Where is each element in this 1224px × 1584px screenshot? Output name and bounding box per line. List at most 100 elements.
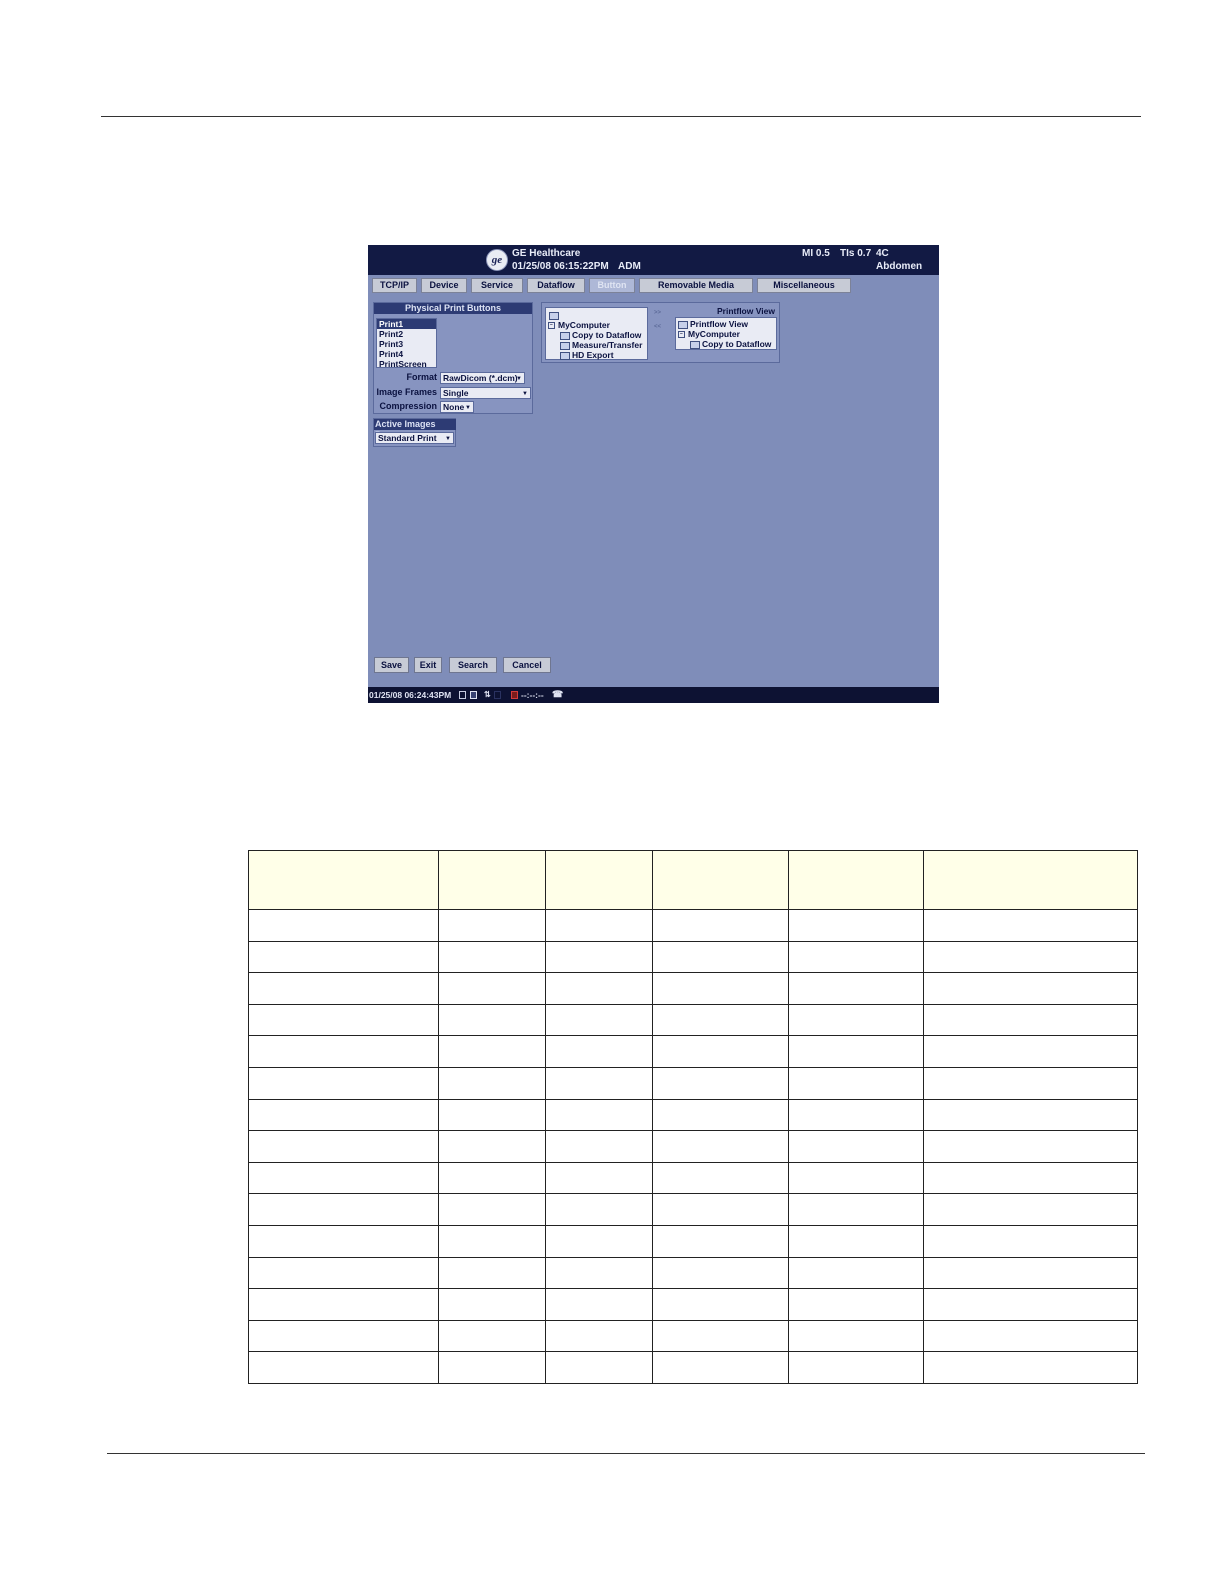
- table-cell: [652, 909, 789, 942]
- list-item-print4[interactable]: Print4: [377, 349, 436, 359]
- datetime: 01/25/08 06:15:22PM: [512, 261, 609, 272]
- table-cell: [923, 1256, 1138, 1290]
- format-label: Format: [406, 372, 437, 382]
- printflow-tree[interactable]: Printflow View − MyComputer Copy to Dataf…: [675, 317, 777, 350]
- ge-logo-icon: ge: [486, 249, 508, 271]
- table-cell: [248, 1193, 439, 1226]
- table-row: [248, 1351, 1138, 1384]
- tree-node-measure-transfer[interactable]: Measure/Transfer: [560, 340, 642, 350]
- table-cell: [923, 1098, 1138, 1132]
- tab-device[interactable]: Device: [421, 278, 467, 293]
- image-frames-select[interactable]: Single ▼: [440, 387, 531, 399]
- tree-node-copy-to-dataflow[interactable]: Copy to Dataflow: [560, 330, 641, 340]
- table-cell: [923, 909, 1138, 942]
- preset-name: Abdomen: [876, 261, 923, 272]
- table-cell: [545, 1256, 653, 1290]
- list-item-print2[interactable]: Print2: [377, 329, 436, 339]
- chevron-down-icon: ▼: [445, 436, 451, 442]
- table-row: [248, 1098, 1138, 1132]
- tab-tcpip[interactable]: TCP/IP: [372, 278, 417, 293]
- system-setup-screenshot: ge GE Healthcare 01/25/08 06:15:22PM ADM…: [368, 245, 939, 703]
- add-button[interactable]: >>: [654, 310, 666, 317]
- panel-title: Active Images Page: [374, 419, 456, 440]
- table-cell: [248, 909, 439, 942]
- tree-node-copy-to-dataflow[interactable]: Copy to Dataflow: [690, 339, 771, 349]
- active-images-value: Standard Print: [378, 433, 437, 443]
- table-cell: [788, 1130, 924, 1163]
- tree-node-printflow-view[interactable]: Printflow View: [678, 319, 748, 329]
- table-cell: [545, 1288, 653, 1321]
- chevron-down-icon: ▼: [465, 405, 471, 411]
- save-button[interactable]: Save: [374, 657, 409, 673]
- table-cell: [923, 940, 1138, 974]
- mi-readout: MI 0.5: [802, 248, 830, 259]
- table-row: [248, 1319, 1138, 1353]
- table-cell: [248, 1256, 439, 1290]
- table-cell: [652, 1224, 789, 1258]
- tab-service[interactable]: Service: [471, 278, 523, 293]
- table-cell: [923, 1224, 1138, 1258]
- tree-node-mycomputer[interactable]: − MyComputer: [678, 329, 740, 339]
- search-button[interactable]: Search: [449, 657, 497, 673]
- table-cell: [923, 1288, 1138, 1321]
- tree-node-hd-export[interactable]: HD Export: [560, 350, 614, 360]
- table-row: [248, 1288, 1138, 1321]
- active-images-select[interactable]: Standard Print ▼: [375, 432, 454, 444]
- table-cell: [248, 1098, 439, 1132]
- table-cell: [545, 1319, 653, 1353]
- table-cell: [923, 1161, 1138, 1195]
- print-button-list[interactable]: Print1 Print2 Print3 Print4 PrintScreen: [376, 318, 437, 369]
- format-select[interactable]: RawDicom (*.dcm) ▼: [440, 372, 525, 384]
- tab-button[interactable]: Button: [589, 278, 635, 293]
- compression-select[interactable]: None ▼: [440, 401, 474, 413]
- brand-name: GE Healthcare: [512, 248, 581, 259]
- table-row: [248, 1193, 1138, 1226]
- table-row: [248, 1224, 1138, 1258]
- table-cell: [545, 1224, 653, 1258]
- table-row: [248, 1130, 1138, 1163]
- table-cell: [438, 1288, 546, 1321]
- remove-button[interactable]: <<: [654, 324, 666, 331]
- header-cell: [438, 850, 546, 910]
- table-cell: [545, 1066, 653, 1100]
- top-bar: ge GE Healthcare 01/25/08 06:15:22PM ADM…: [368, 245, 939, 275]
- table-cell: [438, 972, 546, 1005]
- table-row: [248, 1161, 1138, 1195]
- tab-removable-media[interactable]: Removable Media: [639, 278, 753, 293]
- table-cell: [545, 909, 653, 942]
- source-tree[interactable]: − MyComputer Copy to Dataflow Measure/Tra…: [545, 307, 648, 360]
- list-item-print1[interactable]: Print1: [377, 319, 436, 329]
- printflow-title: Printflow View: [717, 306, 775, 316]
- list-item-printscreen[interactable]: PrintScreen: [377, 359, 436, 369]
- table-row: [248, 940, 1138, 974]
- table-cell: [652, 1035, 789, 1068]
- table-cell: [248, 1035, 439, 1068]
- table-cell: [545, 940, 653, 974]
- table-cell: [652, 1351, 789, 1384]
- table-body: [248, 909, 1138, 1384]
- table-cell: [923, 1130, 1138, 1163]
- tab-bar: TCP/IP Device Service Dataflow Button Re…: [368, 278, 939, 295]
- exit-button[interactable]: Exit: [414, 657, 442, 673]
- tab-miscellaneous[interactable]: Miscellaneous: [757, 278, 851, 293]
- list-item-print3[interactable]: Print3: [377, 339, 436, 349]
- table-cell: [248, 1161, 439, 1195]
- table-row: [248, 1256, 1138, 1290]
- tree-node-mycomputer[interactable]: − MyComputer: [548, 320, 610, 330]
- table-cell: [923, 972, 1138, 1005]
- header-cell: [923, 850, 1138, 910]
- tree-folder-icon: [549, 310, 561, 320]
- table-row: [248, 972, 1138, 1005]
- table-row: [248, 909, 1138, 942]
- table-cell: [438, 1224, 546, 1258]
- table-cell: [788, 1066, 924, 1100]
- tab-dataflow[interactable]: Dataflow: [527, 278, 585, 293]
- table-row: [248, 1035, 1138, 1068]
- image-frames-value: Single: [443, 388, 469, 398]
- table-cell: [652, 972, 789, 1005]
- cancel-button[interactable]: Cancel: [503, 657, 551, 673]
- folder-icon: [678, 320, 688, 329]
- table-cell: [652, 1098, 789, 1132]
- table-cell: [788, 1193, 924, 1226]
- table-cell: [923, 1351, 1138, 1384]
